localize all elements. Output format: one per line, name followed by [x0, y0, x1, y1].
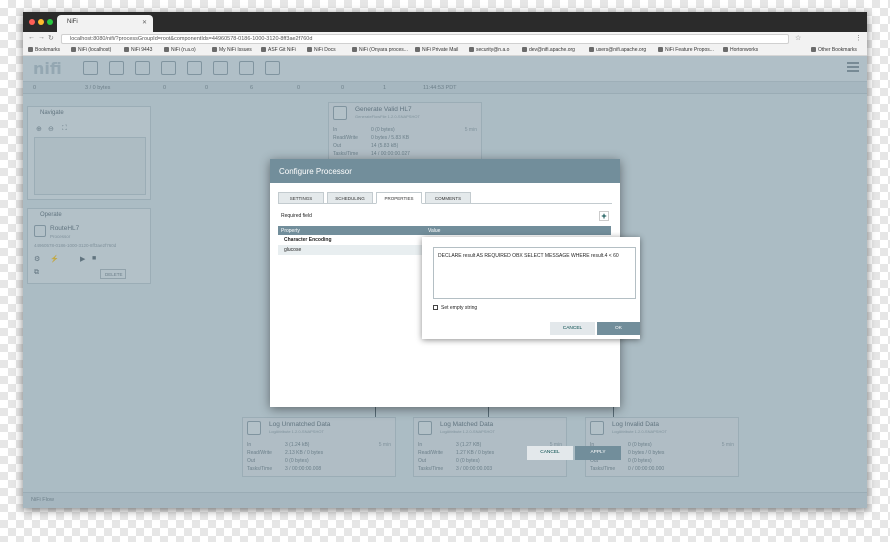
cancel-button[interactable]: CANCEL — [527, 446, 573, 460]
bookmark-item[interactable]: Bookmarks — [28, 47, 60, 53]
tab-scheduling[interactable]: SCHEDULING — [327, 192, 373, 204]
url-bar: ← → ↻ localhost:8080/nifi/?processGroupI… — [23, 32, 867, 46]
close-window-icon[interactable] — [29, 19, 35, 25]
reload-icon[interactable]: ↻ — [48, 34, 54, 42]
bookmark-item[interactable]: Hortonworks — [723, 47, 758, 53]
bookmark-item[interactable]: NiFi Feature Propos... — [658, 47, 714, 53]
bookmark-item[interactable]: NiFi (n.a.o) — [164, 47, 196, 53]
set-empty-string-checkbox[interactable] — [433, 305, 438, 310]
nifi-app: nifi 0 3 / 0 bytes 0 0 6 0 0 1 11:44:53 … — [23, 56, 867, 508]
property-name: glucose — [284, 247, 302, 253]
tab-properties[interactable]: PROPERTIES — [376, 192, 422, 204]
required-field-label: Required field — [281, 213, 312, 219]
bookmark-item[interactable]: My NiFi Issues — [212, 47, 252, 53]
bookmark-item[interactable]: NiFi Private Mail — [415, 47, 458, 53]
bookmark-item[interactable]: NiFi (Onyara proces... — [352, 47, 408, 53]
col-value: Value — [428, 227, 441, 234]
bookmark-item[interactable]: users@nifi.apache.org — [589, 47, 646, 53]
back-icon[interactable]: ← — [28, 34, 35, 41]
apply-button[interactable]: APPLY — [575, 446, 621, 460]
add-property-button[interactable]: + — [599, 211, 609, 221]
close-tab-icon[interactable]: ✕ — [142, 19, 147, 26]
browser-menu-icon[interactable]: ⋮ — [855, 34, 862, 42]
editor-ok-button[interactable]: OK — [597, 322, 640, 335]
property-value-input[interactable]: DECLARE result AS REQUIRED OBX SELECT ME… — [433, 247, 636, 299]
bookmark-item[interactable]: NiFi 9443 — [124, 47, 152, 53]
editor-cancel-button[interactable]: CANCEL — [550, 322, 595, 335]
dialog-title: Configure Processor — [270, 159, 620, 183]
set-empty-string-label: Set empty string — [441, 305, 478, 311]
maximize-window-icon[interactable] — [47, 19, 53, 25]
minimize-window-icon[interactable] — [38, 19, 44, 25]
forward-icon[interactable]: → — [38, 34, 45, 41]
browser-tab[interactable]: NiFi ✕ — [57, 15, 153, 32]
property-name: Character Encoding — [284, 237, 332, 243]
bookmark-item[interactable]: security@n.a.o — [469, 47, 509, 53]
tab-title: NiFi — [67, 19, 78, 25]
address-input[interactable]: localhost:8080/nifi/?processGroupId=root… — [61, 34, 789, 44]
bookmark-item[interactable]: dev@nifi.apache.org — [522, 47, 575, 53]
other-bookmarks[interactable]: Other Bookmarks — [811, 47, 857, 53]
bookmarks-bar: Bookmarks NiFi (localhost) NiFi 9443 NiF… — [23, 46, 867, 56]
browser-window: NiFi ✕ ← → ↻ localhost:8080/nifi/?proces… — [23, 12, 867, 508]
tab-settings[interactable]: SETTINGS — [278, 192, 324, 204]
dialog-tabs: SETTINGS SCHEDULING PROPERTIES COMMENTS — [270, 183, 620, 207]
properties-table-header: Property Value — [278, 226, 611, 235]
bookmark-item[interactable]: ASF Git NiFi — [261, 47, 296, 53]
tab-bar: NiFi ✕ — [23, 12, 867, 32]
url-text: localhost:8080/nifi/?processGroupId=root… — [70, 36, 313, 42]
col-property: Property — [281, 227, 300, 234]
property-value-editor: DECLARE result AS REQUIRED OBX SELECT ME… — [422, 237, 640, 339]
bookmark-star-icon[interactable]: ☆ — [795, 34, 801, 42]
tab-comments[interactable]: COMMENTS — [425, 192, 471, 204]
bookmark-item[interactable]: NiFi (localhost) — [71, 47, 111, 53]
bookmark-item[interactable]: NiFi Docs — [307, 47, 336, 53]
